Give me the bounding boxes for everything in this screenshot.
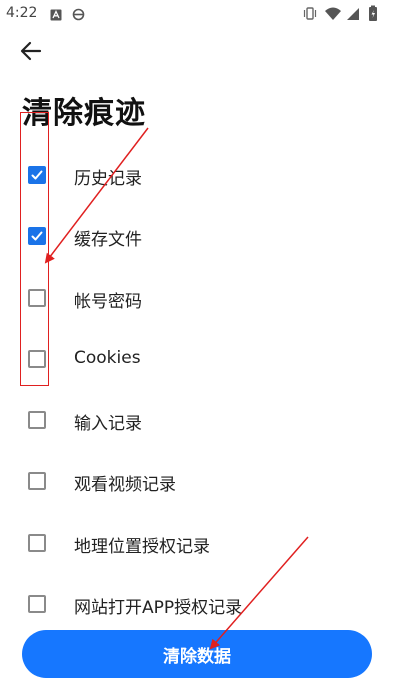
option-row[interactable]: 历史记录: [0, 155, 393, 195]
checkbox[interactable]: [28, 411, 46, 429]
annotation-highlight-box: [20, 112, 49, 386]
option-label: 帐号密码: [74, 292, 142, 312]
checkbox[interactable]: [28, 472, 46, 490]
checkbox[interactable]: [28, 534, 46, 552]
option-row[interactable]: 观看视频记录: [0, 461, 393, 501]
option-row[interactable]: 缓存文件: [0, 216, 393, 256]
option-row[interactable]: 输入记录: [0, 400, 393, 440]
option-row[interactable]: Cookies: [0, 339, 393, 379]
arrow-left-icon: [20, 41, 42, 61]
signal-icon: [347, 8, 359, 20]
status-time: 4:22: [6, 5, 38, 21]
back-button[interactable]: [16, 38, 46, 66]
option-label: 缓存文件: [74, 230, 142, 250]
option-label: 网站打开APP授权记录: [74, 598, 243, 618]
option-label: 输入记录: [74, 414, 142, 434]
battery-icon: [369, 5, 377, 21]
option-label: 地理位置授权记录: [74, 537, 210, 557]
clear-data-button[interactable]: 清除数据: [22, 630, 372, 678]
option-label: Cookies: [74, 348, 141, 368]
a-icon: [50, 6, 62, 21]
option-label: 历史记录: [74, 169, 142, 189]
status-bar: 4:22: [0, 0, 393, 28]
option-row[interactable]: 网站打开APP授权记录: [0, 584, 393, 624]
checkbox[interactable]: [28, 595, 46, 613]
option-row[interactable]: 地理位置授权记录: [0, 523, 393, 563]
vibrate-icon: [303, 7, 317, 20]
option-row[interactable]: 帐号密码: [0, 278, 393, 318]
option-label: 观看视频记录: [74, 475, 176, 495]
status-right-icons: [303, 5, 385, 21]
e-icon: [72, 6, 85, 21]
wifi-icon: [325, 7, 341, 20]
